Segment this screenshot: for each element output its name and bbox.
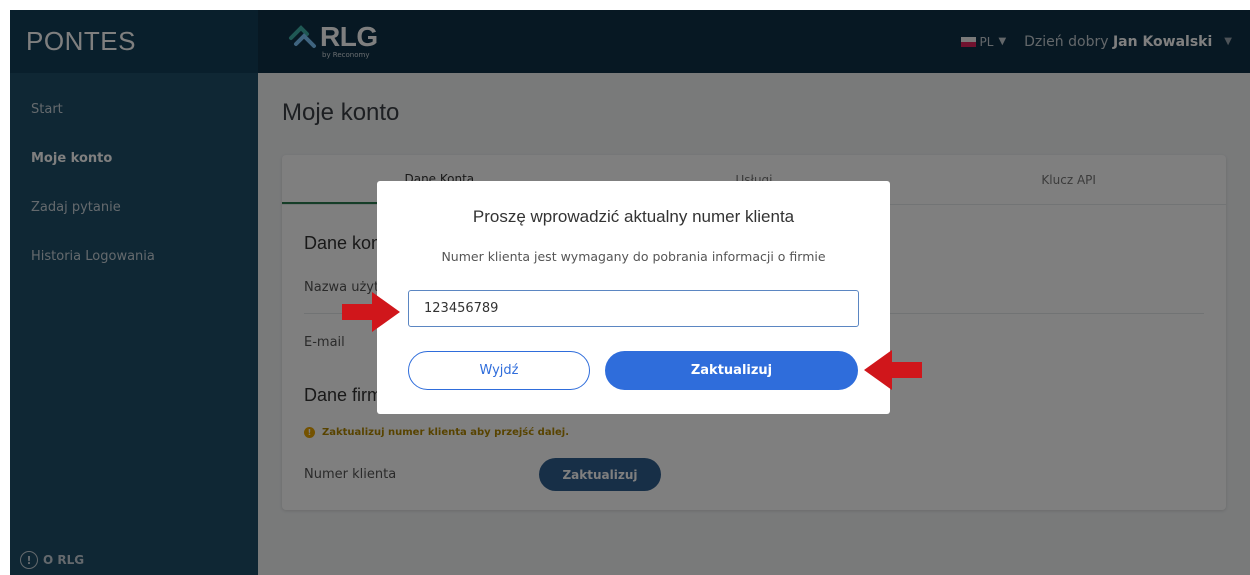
modal-title: Proszę wprowadzić aktualny numer klienta: [472, 207, 795, 226]
client-number-input[interactable]: [408, 290, 859, 327]
exit-button[interactable]: Wyjdź: [408, 351, 590, 390]
modal-subtitle: Numer klienta jest wymagany do pobrania …: [441, 249, 826, 264]
update-button[interactable]: Zaktualizuj: [605, 351, 858, 390]
arrow-right-icon: [342, 292, 400, 332]
client-number-modal: Proszę wprowadzić aktualny numer klienta…: [377, 181, 890, 414]
arrow-left-icon: [864, 350, 922, 390]
